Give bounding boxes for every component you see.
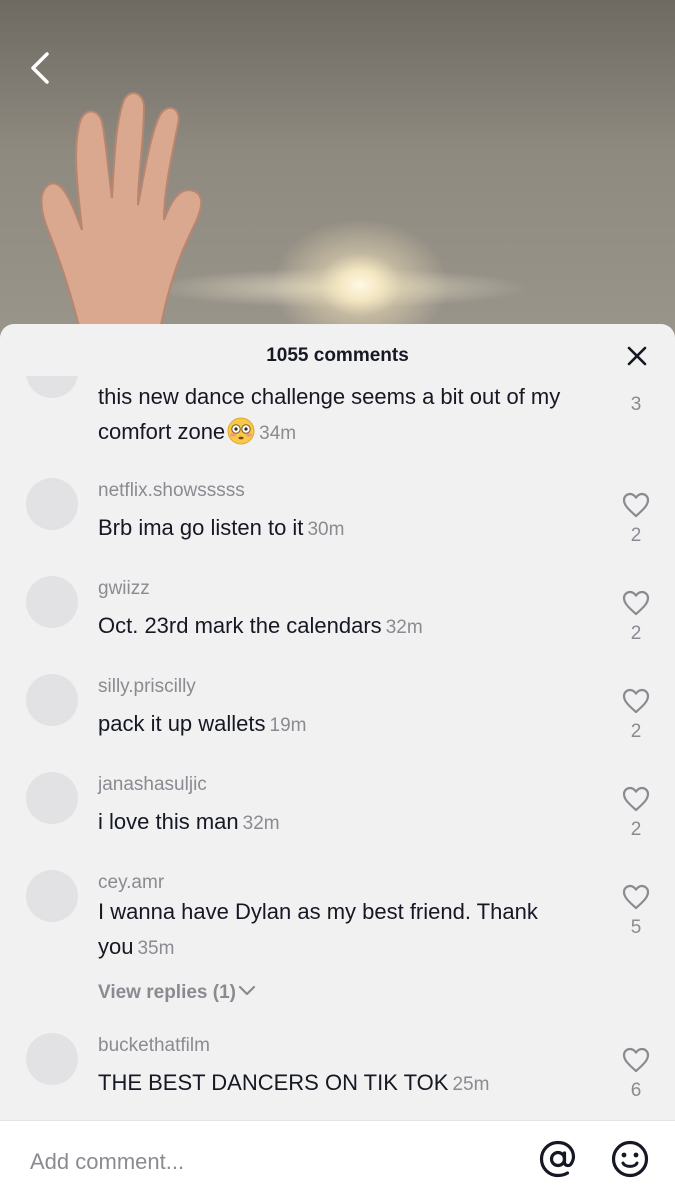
view-replies-button[interactable]: View replies (1)	[98, 982, 256, 1004]
comment-body: i love this man	[98, 809, 239, 834]
comment-list[interactable]: this new dance challenge seems a bit out…	[0, 376, 675, 1120]
like-button[interactable]: 2	[618, 688, 654, 743]
comment-text: pack it up wallets 19m	[98, 706, 588, 743]
comment-username[interactable]: janashasuljic	[98, 774, 207, 796]
comment-username[interactable]: silly.priscilly	[98, 676, 196, 698]
comment-username[interactable]: buckethatfilm	[98, 1035, 210, 1057]
raised-hand-image	[40, 92, 203, 331]
comment-time: 19m	[269, 715, 307, 736]
ceiling-light	[260, 210, 460, 340]
at-sign-icon	[539, 1140, 576, 1178]
comment-body: THE BEST DANCERS ON TIK TOK	[98, 1070, 449, 1095]
heart-outline-icon	[622, 884, 650, 910]
comment-text: Oct. 23rd mark the calendars 32m	[98, 608, 588, 645]
like-button[interactable]: 2	[618, 492, 654, 547]
avatar[interactable]	[26, 772, 78, 824]
like-button[interactable]: 3	[618, 392, 654, 416]
comment-count: 1055 comments	[266, 345, 409, 366]
comment-username[interactable]: gwiizz	[98, 578, 150, 600]
like-count: 2	[630, 819, 642, 840]
like-count: 2	[630, 623, 642, 644]
like-count: 3	[630, 394, 642, 415]
like-button[interactable]: 2	[618, 590, 654, 645]
emoji-button[interactable]	[608, 1137, 652, 1181]
avatar[interactable]	[26, 478, 78, 530]
comment-body: pack it up wallets	[98, 711, 266, 736]
comment-username[interactable]: netflix.showsssss	[98, 480, 245, 502]
like-count: 2	[630, 721, 642, 742]
comment-username[interactable]: cey.amr	[98, 872, 164, 894]
comment-body: Brb ima go listen to it	[98, 515, 304, 540]
comment-time: 35m	[137, 938, 175, 959]
smiley-icon	[611, 1140, 649, 1178]
chevron-left-icon	[31, 52, 49, 84]
add-comment-input[interactable]	[28, 1141, 502, 1183]
avatar[interactable]	[26, 1033, 78, 1085]
close-icon	[627, 346, 647, 366]
comment-text: I wanna have Dylan as my best friend. Th…	[98, 894, 588, 966]
view-replies-label: View replies (1)	[98, 982, 236, 1003]
comment-text: this new dance challenge seems a bit out…	[98, 379, 588, 451]
comment-composer	[0, 1120, 675, 1200]
comment-body: this new dance challenge seems a bit out…	[98, 384, 561, 444]
close-button[interactable]	[625, 344, 649, 368]
comment-text: THE BEST DANCERS ON TIK TOK 25m	[98, 1065, 588, 1102]
heart-outline-icon	[622, 688, 650, 714]
comment-time: 25m	[452, 1074, 490, 1095]
comment-time: 32m	[242, 813, 280, 834]
heart-outline-icon	[622, 786, 650, 812]
comment-text: i love this man 32m	[98, 804, 588, 841]
avatar[interactable]	[26, 576, 78, 628]
flushed-face-emoji	[227, 417, 255, 445]
like-count: 6	[630, 1080, 642, 1101]
like-button[interactable]: 5	[618, 884, 654, 939]
mention-button[interactable]	[536, 1137, 580, 1181]
back-button[interactable]	[20, 48, 60, 88]
comment-time: 32m	[385, 617, 423, 638]
comment-body: Oct. 23rd mark the calendars	[98, 613, 382, 638]
like-count: 5	[630, 917, 642, 938]
like-button[interactable]: 6	[618, 1047, 654, 1102]
like-count: 2	[630, 525, 642, 546]
heart-outline-icon	[622, 492, 650, 518]
heart-outline-icon	[622, 590, 650, 616]
avatar[interactable]	[26, 674, 78, 726]
comment-text: Brb ima go listen to it 30m	[98, 510, 588, 547]
chevron-down-icon	[238, 985, 256, 996]
avatar[interactable]	[26, 870, 78, 922]
comment-time: 34m	[259, 423, 297, 444]
heart-outline-icon	[622, 1047, 650, 1073]
comments-sheet: 1055 comments this new dance challenge s…	[0, 324, 675, 1200]
avatar[interactable]	[26, 376, 78, 398]
comment-time: 30m	[307, 519, 345, 540]
video-background	[0, 0, 675, 340]
like-button[interactable]: 2	[618, 786, 654, 841]
